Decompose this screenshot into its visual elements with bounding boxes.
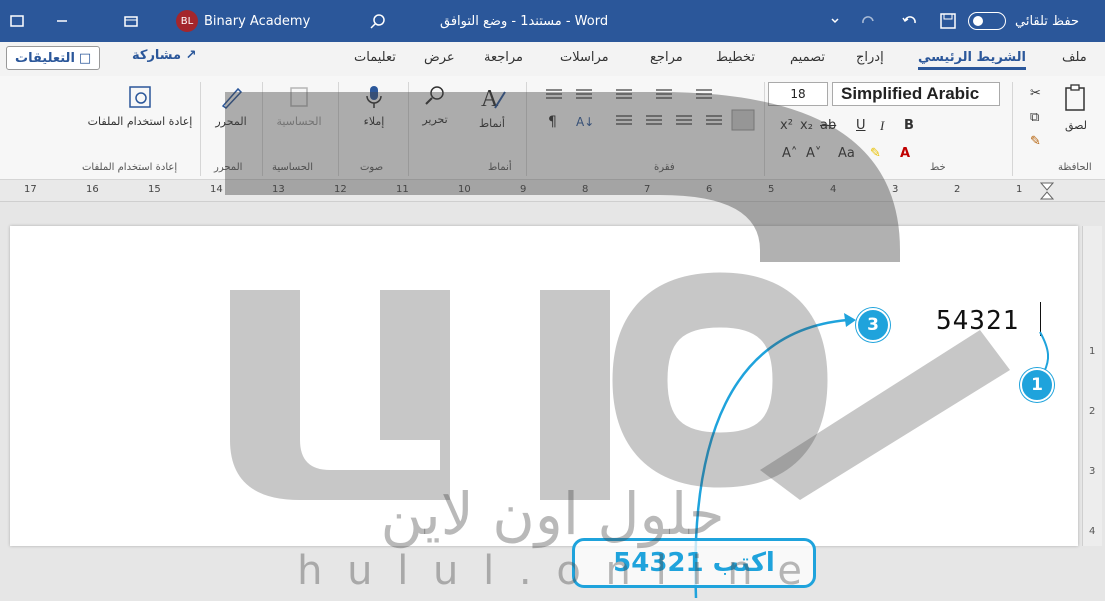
word-window: BL Binary Academy مستند1 - وضع التوافق -…	[0, 0, 1105, 601]
step-badge-3: 3	[856, 308, 890, 342]
instruction-callout: اكتب 54321	[572, 538, 816, 588]
step-badge-1: 1	[1020, 368, 1054, 402]
callout-arrows	[694, 313, 1050, 599]
